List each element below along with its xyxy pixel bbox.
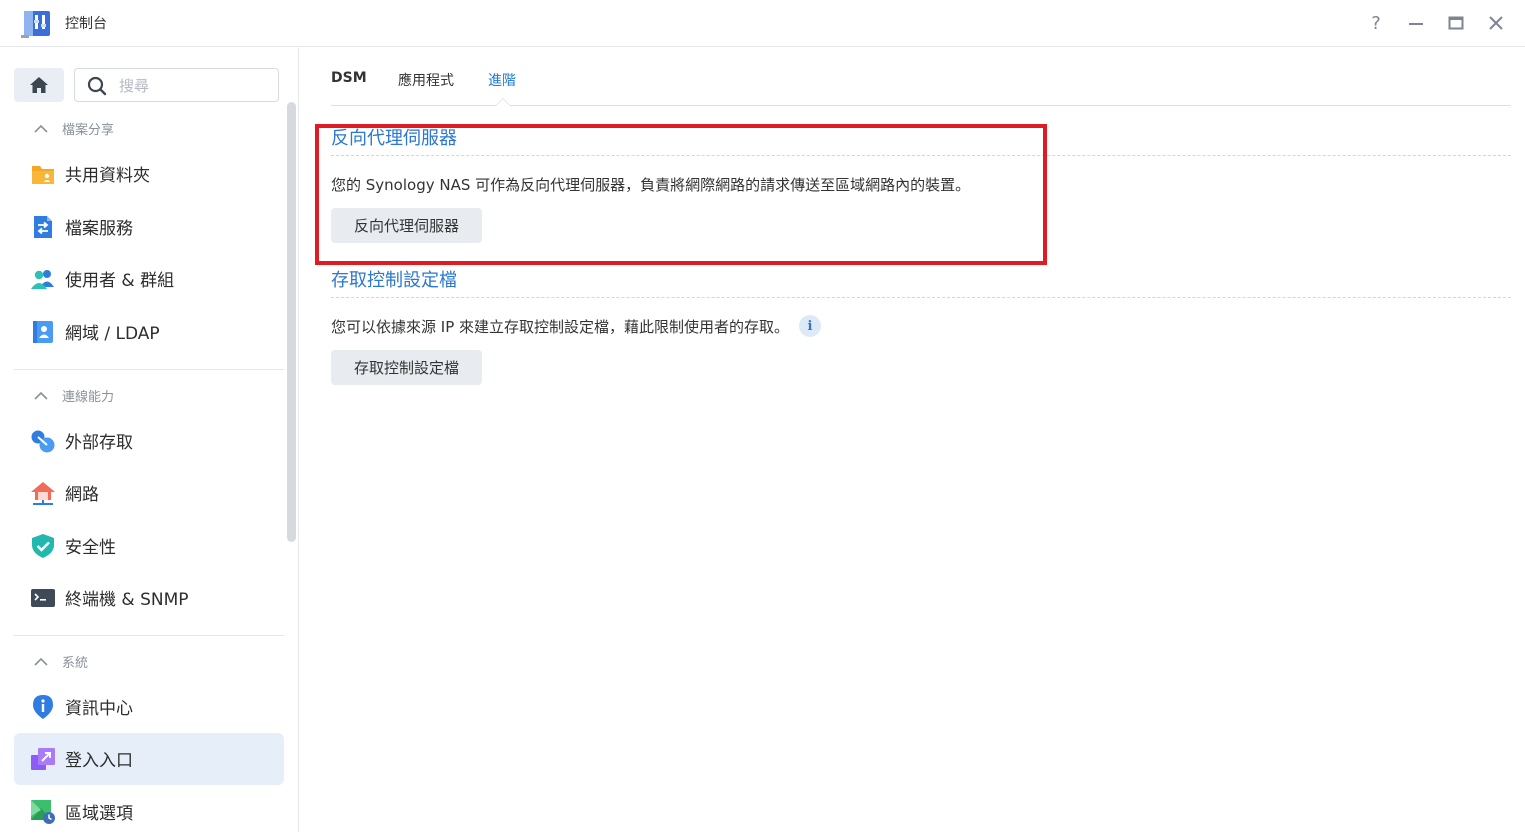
search-box[interactable]: [74, 68, 279, 102]
sidebar-item-label: 安全性: [65, 538, 116, 558]
file-services-icon: [30, 214, 56, 240]
minimize-icon[interactable]: [1405, 12, 1427, 34]
home-icon: [30, 77, 48, 93]
window-title: 控制台: [65, 16, 107, 32]
sidebar-item-user-group[interactable]: 使用者 & 群組: [14, 253, 284, 305]
login-portal-icon: [30, 746, 56, 772]
reverse-proxy-title: 反向代理伺服器: [331, 128, 457, 149]
sidebar-divider: [14, 635, 284, 636]
chevron-up-icon: [34, 391, 48, 400]
sidebar-item-label: 網路: [65, 485, 99, 505]
external-access-icon: [30, 428, 56, 454]
sidebar-item-label: 資訊中心: [65, 699, 133, 719]
section-header-connectivity[interactable]: 連線能力: [34, 385, 114, 405]
sidebar-item-label: 登入入口: [65, 751, 133, 771]
shared-folder-icon: [30, 161, 56, 187]
domain-ldap-icon: [30, 319, 56, 345]
access-control-button[interactable]: 存取控制設定檔: [331, 350, 482, 385]
sidebar-item-label: 區域選項: [65, 804, 133, 824]
sidebar-item-label: 使用者 & 群組: [65, 271, 175, 291]
search-icon: [87, 76, 107, 96]
sidebar-divider: [14, 369, 284, 370]
reverse-proxy-description-text: 您的 Synology NAS 可作為反向代理伺服器，負責將網際網路的請求傳送至…: [331, 176, 971, 194]
sidebar-item-label: 檔案服務: [65, 219, 133, 239]
section-header-file-sharing[interactable]: 檔案分享: [34, 118, 114, 138]
maximize-icon[interactable]: [1445, 12, 1467, 34]
close-icon[interactable]: [1485, 12, 1507, 34]
access-control-description: 您可以依據來源 IP 來建立存取控制設定檔，藉此限制使用者的存取。 i: [331, 315, 822, 337]
title-bar: 控制台 ?: [0, 0, 1525, 47]
network-icon: [30, 480, 56, 506]
help-icon[interactable]: ?: [1365, 12, 1387, 34]
sidebar: 檔案分享 共用資料夾 檔案服務: [0, 48, 299, 832]
reverse-proxy-description: 您的 Synology NAS 可作為反向代理伺服器，負責將網際網路的請求傳送至…: [331, 174, 970, 195]
section-label: 連線能力: [62, 389, 115, 405]
section-label: 系統: [62, 655, 89, 671]
sidebar-item-external-access[interactable]: 外部存取: [14, 415, 284, 467]
sidebar-item-security[interactable]: 安全性: [14, 520, 284, 572]
terminal-icon: [30, 585, 56, 611]
access-control-description-text: 您可以依據來源 IP 來建立存取控制設定檔，藉此限制使用者的存取。: [331, 317, 790, 336]
section-separator: [331, 155, 1511, 156]
sidebar-item-label: 共用資料夾: [65, 166, 150, 186]
section-header-system[interactable]: 系統: [34, 651, 88, 671]
chevron-up-icon: [34, 124, 48, 133]
section-separator: [331, 297, 1511, 298]
sidebar-item-login-portal[interactable]: 登入入口: [14, 733, 284, 785]
sidebar-item-file-services[interactable]: 檔案服務: [14, 201, 284, 253]
sidebar-item-label: 網域 / LDAP: [65, 324, 160, 344]
regional-options-icon: [30, 799, 56, 825]
tab-applications[interactable]: 應用程式: [398, 70, 454, 90]
sidebar-item-domain-ldap[interactable]: 網域 / LDAP: [14, 306, 284, 358]
sidebar-item-info-center[interactable]: 資訊中心: [14, 681, 284, 733]
access-control-title: 存取控制設定檔: [331, 270, 457, 291]
sidebar-item-label: 終端機 & SNMP: [65, 590, 189, 610]
sidebar-scrollbar[interactable]: [287, 102, 296, 542]
chevron-up-icon: [34, 657, 48, 666]
user-group-icon: [30, 266, 56, 292]
sidebar-item-network[interactable]: 網路: [14, 467, 284, 519]
info-icon[interactable]: i: [799, 315, 822, 337]
home-button[interactable]: [14, 68, 64, 102]
shield-icon: [30, 533, 56, 559]
active-tab-indicator: [495, 98, 511, 106]
sidebar-item-terminal-snmp[interactable]: 終端機 & SNMP: [14, 572, 284, 624]
sidebar-item-label: 外部存取: [65, 433, 133, 453]
reverse-proxy-button[interactable]: 反向代理伺服器: [331, 208, 482, 243]
sidebar-item-regional-options[interactable]: 區域選項: [14, 786, 284, 838]
info-center-icon: [30, 694, 56, 720]
section-label: 檔案分享: [62, 122, 115, 138]
tab-advanced[interactable]: 進階: [488, 70, 516, 90]
search-input[interactable]: [117, 75, 271, 97]
tab-dsm[interactable]: DSM: [331, 70, 367, 86]
sidebar-item-shared-folder[interactable]: 共用資料夾: [14, 148, 284, 200]
control-panel-app-icon: [21, 8, 53, 38]
